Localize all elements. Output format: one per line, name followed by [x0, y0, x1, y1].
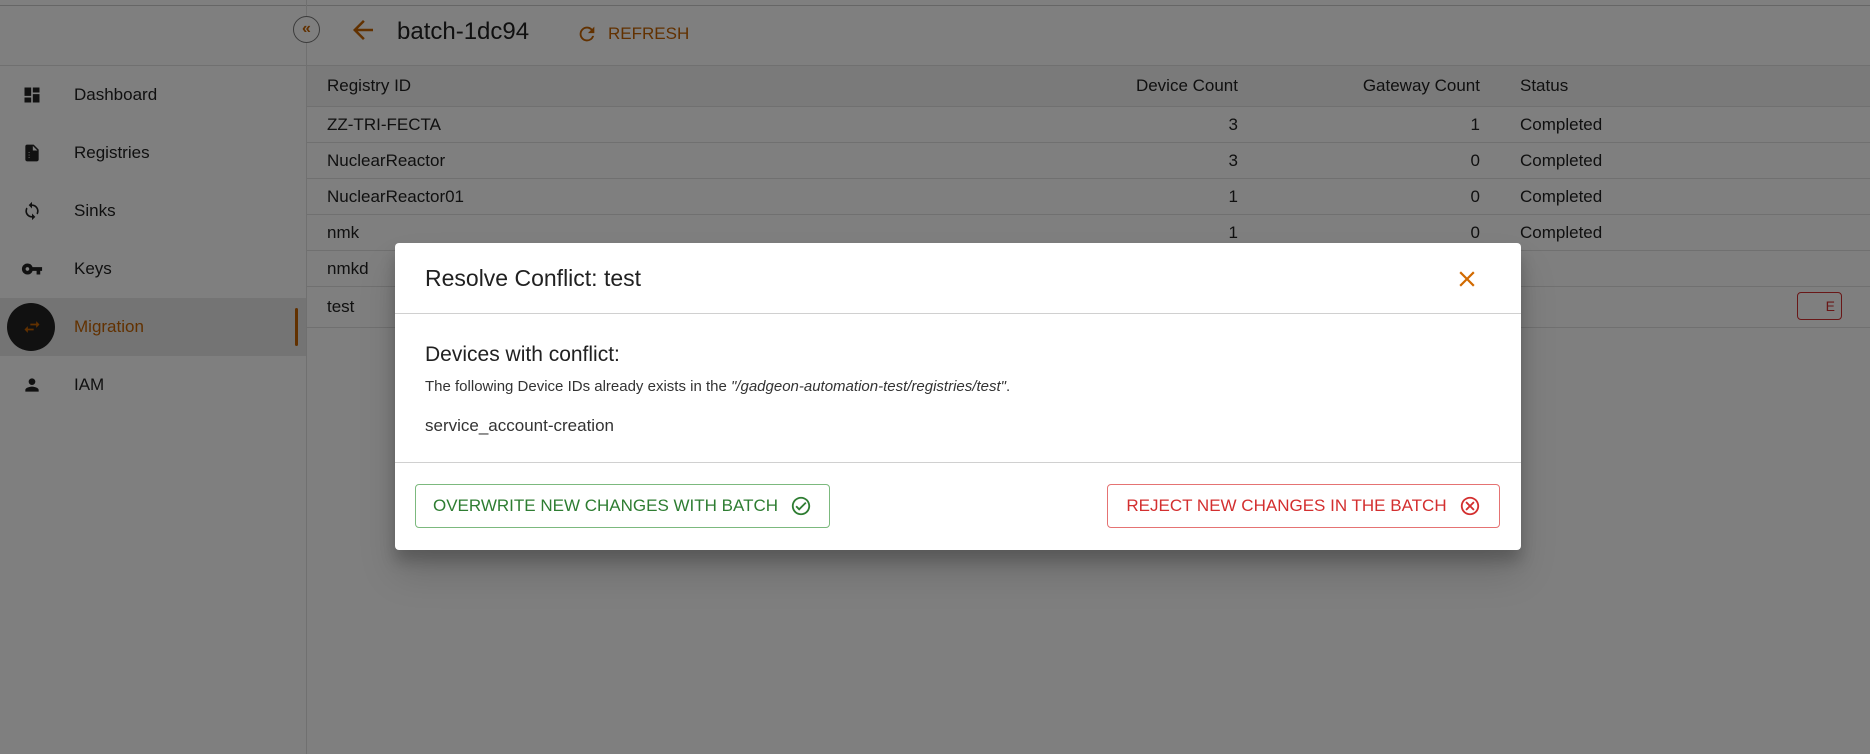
app-root: batch-1dc94 REFRESH Dashboard Registries…	[0, 0, 1870, 754]
description-prefix: The following Device IDs already exists …	[425, 378, 731, 395]
reject-label: REJECT NEW CHANGES IN THE BATCH	[1126, 496, 1447, 515]
reject-button[interactable]: REJECT NEW CHANGES IN THE BATCH	[1107, 484, 1500, 528]
overwrite-button[interactable]: OVERWRITE NEW CHANGES WITH BATCH	[415, 484, 830, 528]
registry-path: "/gadgeon-automation-test/registries/tes…	[730, 378, 1006, 395]
check-circle-icon	[791, 496, 811, 516]
dialog-description: The following Device IDs already exists …	[425, 378, 1010, 395]
resolve-conflict-dialog: Resolve Conflict: test Devices with conf…	[395, 243, 1521, 550]
description-suffix: .	[1005, 378, 1011, 395]
close-button[interactable]	[1454, 266, 1480, 292]
conflict-device-item: service_account-creation	[425, 416, 614, 435]
close-icon	[1459, 271, 1475, 287]
dialog-divider	[395, 313, 1521, 314]
dialog-divider	[395, 462, 1521, 463]
dialog-subtitle: Devices with conflict:	[425, 343, 620, 366]
cancel-circle-icon	[1460, 496, 1479, 516]
overwrite-label: OVERWRITE NEW CHANGES WITH BATCH	[432, 496, 779, 515]
dialog-title: Resolve Conflict: test	[425, 265, 642, 291]
